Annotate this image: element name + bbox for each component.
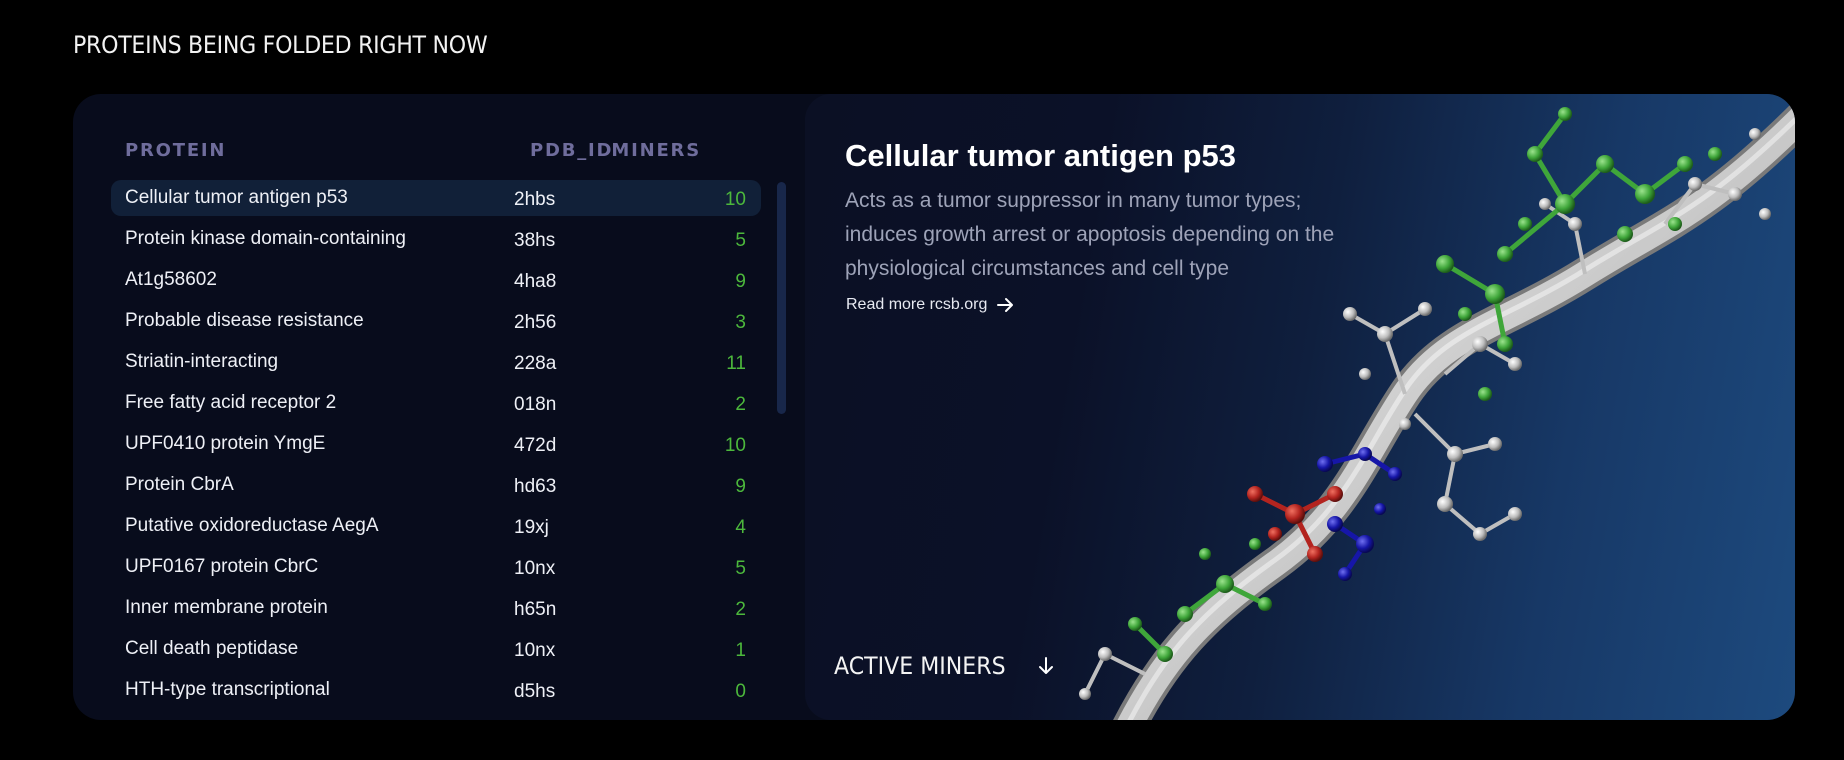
protein-description: Acts as a tumor suppressor in many tumor… xyxy=(845,189,1335,280)
miners-count: 0 xyxy=(735,681,746,702)
pdb-id: 472d xyxy=(514,435,557,456)
protein-name: At1g58602 xyxy=(125,269,217,290)
table-row[interactable]: UPF0167 protein CbrC 10nx 5 xyxy=(111,549,761,590)
miners-count: 3 xyxy=(735,312,746,333)
table-row[interactable]: Cellular tumor antigen p53 2hbs 10 xyxy=(111,180,761,216)
pdb-id: hd63 xyxy=(514,476,557,497)
protein-name: Cell death peptidase xyxy=(125,638,299,659)
miners-count: 1 xyxy=(735,640,746,661)
protein-name: Inner membrane protein xyxy=(125,597,328,618)
protein-name: Protein kinase domain-containing xyxy=(125,228,406,249)
read-more-label: Read more rcsb.org xyxy=(846,296,988,313)
protein-detail-panel: Cellular tumor antigen p53 Acts as a tum… xyxy=(805,94,1795,720)
table-row[interactable]: At1g58602 4ha8 9 xyxy=(111,262,761,303)
miners-count: 9 xyxy=(735,271,746,292)
table-row[interactable]: Cell death peptidase 10nx 1 xyxy=(111,631,761,672)
miners-count: 4 xyxy=(735,517,746,538)
active-miners-label: ACTIVE MINERS xyxy=(834,652,1006,680)
protein-name: Free fatty acid receptor 2 xyxy=(125,392,337,413)
pdb-id: 228a xyxy=(514,353,557,374)
pdb-id: 4ha8 xyxy=(514,271,557,292)
miners-count: 2 xyxy=(735,599,746,620)
pdb-id: 2h56 xyxy=(514,312,557,333)
table-row[interactable]: Inner membrane protein h65n 2 xyxy=(111,590,761,631)
protein-name: UPF0410 protein YmgE xyxy=(125,433,326,454)
pdb-id: 2hbs xyxy=(514,189,556,210)
table-row[interactable]: HTH-type transcriptional d5hs 0 xyxy=(111,672,761,713)
table-row[interactable]: Protein CbrA hd63 9 xyxy=(111,467,761,508)
table-row[interactable]: Probable disease resistance 2h56 3 xyxy=(111,303,761,344)
table-row[interactable]: Free fatty acid receptor 2 018n 2 xyxy=(111,385,761,426)
protein-name: Striatin-interacting xyxy=(125,351,279,372)
pdb-id: d5hs xyxy=(514,681,556,702)
page-title: PROTEINS BEING FOLDED RIGHT NOW xyxy=(73,31,488,59)
protein-name: Protein CbrA xyxy=(125,474,234,495)
table-row[interactable]: UPF0410 protein YmgE 472d 10 xyxy=(111,426,761,467)
column-header-miners[interactable]: MINERS xyxy=(611,140,701,161)
table-row[interactable]: Striatin-interacting 228a 11 xyxy=(111,344,761,385)
miners-count: 10 xyxy=(724,435,746,456)
protein-name: Putative oxidoreductase AegA xyxy=(125,515,379,536)
table-row[interactable]: Putative oxidoreductase AegA 19xj 4 xyxy=(111,508,761,549)
miners-count: 10 xyxy=(724,189,746,210)
table-body: Cellular tumor antigen p53 2hbs 10 Prote… xyxy=(111,180,761,713)
miners-count: 2 xyxy=(735,394,746,415)
miners-count: 5 xyxy=(735,230,746,251)
active-miners-button[interactable]: ACTIVE MINERS xyxy=(834,652,1055,680)
table-scrollbar[interactable] xyxy=(777,182,786,414)
miners-count: 9 xyxy=(735,476,746,497)
pdb-id: 19xj xyxy=(514,517,549,538)
column-header-protein[interactable]: PROTEIN xyxy=(125,140,226,161)
proteins-card: PROTEIN PDB_ID MINERS Cellular tumor ant… xyxy=(73,94,1795,720)
protein-name: UPF0167 protein CbrC xyxy=(125,556,319,577)
protein-title: Cellular tumor antigen p53 xyxy=(845,138,1237,173)
protein-table: PROTEIN PDB_ID MINERS Cellular tumor ant… xyxy=(73,94,805,720)
miners-count: 11 xyxy=(726,353,746,374)
pdb-id: 10nx xyxy=(514,558,556,579)
arrow-down-icon xyxy=(1038,657,1053,674)
pdb-id: h65n xyxy=(514,599,557,620)
table-row[interactable]: Protein kinase domain-containing 38hs 5 xyxy=(111,221,761,262)
column-header-pdb-id[interactable]: PDB_ID xyxy=(530,140,613,161)
miners-count: 5 xyxy=(735,558,746,579)
arrow-right-icon xyxy=(997,298,1014,312)
read-more-link[interactable]: Read more rcsb.org xyxy=(846,296,1015,314)
protein-name: Probable disease resistance xyxy=(125,310,364,331)
protein-name: Cellular tumor antigen p53 xyxy=(125,187,348,208)
pdb-id: 10nx xyxy=(514,640,556,661)
pdb-id: 018n xyxy=(514,394,557,415)
pdb-id: 38hs xyxy=(514,230,556,251)
protein-name: HTH-type transcriptional xyxy=(125,679,330,700)
